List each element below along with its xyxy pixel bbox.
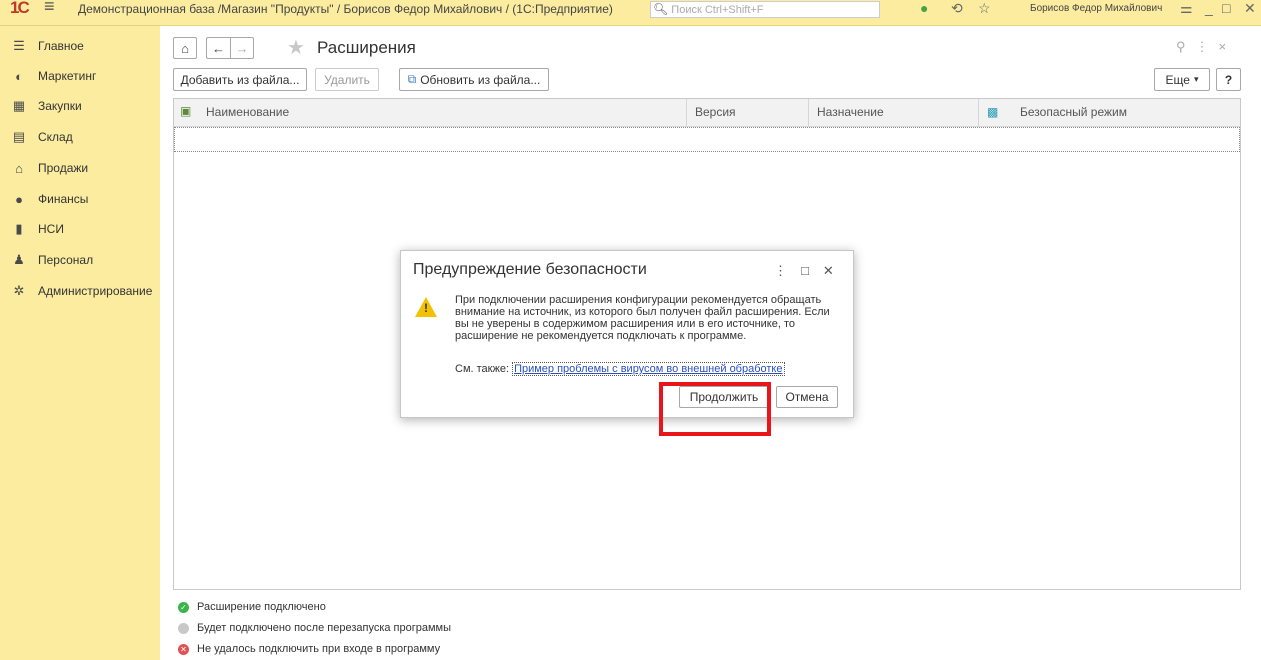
cancel-button[interactable]: Отмена (776, 386, 838, 408)
current-user[interactable]: Борисов Федор Михайлович (1030, 3, 1162, 14)
check-icon: ✓ (178, 601, 189, 613)
warning-mark: ! (424, 301, 428, 315)
page-title: Расширения (317, 38, 416, 57)
favorite-star-icon[interactable]: ★ (287, 35, 305, 60)
history-icon[interactable]: ⟲ (951, 0, 963, 17)
close-form-icon[interactable]: × (1219, 39, 1237, 54)
marketing-icon: ◐ (15, 68, 23, 84)
favorites-icon[interactable]: ☆ (978, 0, 991, 17)
safe-mode-icon: ▩ (987, 105, 999, 119)
help-button[interactable]: ? (1216, 68, 1241, 91)
sidebar-item-main[interactable]: ☰ Главное (0, 31, 160, 61)
main-menu-icon[interactable]: ≡ (44, 0, 55, 17)
sidebar-item-administration[interactable]: ✲ Администрирование (0, 276, 160, 306)
more-vert-icon[interactable]: ⋮ (1196, 39, 1219, 54)
security-warning-dialog: Предупреждение безопасности ⋮□✕ ! При по… (400, 250, 854, 418)
sidebar-item-marketing[interactable]: ◐ Маркетинг (0, 61, 160, 91)
person-icon: ♟ (13, 252, 25, 267)
update-icon: ⧉ (407, 72, 417, 86)
arrow-right-icon: → (235, 40, 249, 56)
see-also: См. также: Пример проблемы с вирусом во … (455, 362, 785, 376)
dialog-title: Предупреждение безопасности (413, 261, 647, 278)
sidebar: ☰ Главное ◐ Маркетинг ▦ Закупки ▤ Склад ⌂ Про… (0, 26, 160, 660)
column-name[interactable]: Наименование (198, 99, 690, 126)
minimize-icon[interactable]: _ (1205, 0, 1213, 16)
column-purpose[interactable]: Назначение (808, 99, 978, 126)
settings-menu-icon[interactable]: ⚌ (1180, 0, 1193, 17)
maximize-icon[interactable]: □ (1222, 0, 1230, 16)
virus-example-link[interactable]: Пример проблемы с вирусом во внешней обр… (512, 362, 785, 376)
purchases-icon: ▦ (12, 98, 26, 113)
delete-button[interactable]: Удалить (315, 68, 379, 91)
sidebar-item-staff[interactable]: ♟ Персонал (0, 245, 160, 275)
sidebar-item-warehouse[interactable]: ▤ Склад (0, 122, 160, 152)
chevron-down-icon: ▾ (1193, 74, 1199, 84)
close-icon[interactable]: ✕ (823, 263, 848, 278)
sales-icon: ⌂ (15, 160, 23, 176)
column-safe-mode[interactable]: Безопасный режим (1012, 99, 1240, 126)
legend-failed: ✕ Не удалось подключить при входе в прогр… (178, 640, 440, 658)
link-icon[interactable]: ⚲ (1176, 39, 1196, 54)
form-window-controls: ⚲⋮× (1176, 39, 1236, 55)
table-row-selected[interactable] (174, 127, 1240, 152)
search-icon: 🔍︎ (653, 2, 669, 16)
sidebar-item-finance[interactable]: ● Финансы (0, 184, 160, 214)
home-button[interactable]: ⌂ (173, 37, 197, 59)
highlight-box (659, 382, 771, 436)
app-logo: 1С (10, 0, 30, 17)
gear-icon: ✲ (13, 283, 25, 298)
window-title: Демонстрационная база /Магазин "Продукты… (78, 2, 613, 16)
table-icon: ▣ (180, 104, 192, 118)
column-version[interactable]: Версия (686, 99, 808, 126)
warehouse-icon: ▤ (12, 129, 26, 144)
back-button[interactable]: ← (206, 37, 230, 59)
error-icon: ✕ (178, 643, 189, 655)
home-icon: ⌂ (181, 40, 189, 56)
title-bar: 1С ≡ Демонстрационная база /Магазин "Про… (0, 0, 1261, 26)
dialog-controls: ⋮□✕ (774, 263, 848, 279)
sidebar-item-purchases[interactable]: ▦ Закупки (0, 91, 160, 121)
arrow-left-icon: ← (212, 40, 225, 56)
add-from-file-button[interactable]: Добавить из файла... (173, 68, 307, 91)
forward-button[interactable]: → (230, 37, 254, 59)
pending-icon (178, 622, 189, 634)
notifications-icon[interactable]: ● (920, 0, 928, 16)
more-vert-icon[interactable]: ⋮ (774, 263, 801, 278)
sidebar-item-reference[interactable]: ▮ НСИ (0, 214, 160, 244)
global-search-input[interactable]: 🔍︎ Поиск Ctrl+Shift+F (650, 1, 880, 18)
update-from-file-button[interactable]: ⧉ Обновить из файла... (399, 68, 549, 91)
sidebar-item-sales[interactable]: ⌂ Продажи (0, 153, 160, 183)
legend-connected: ✓ Расширение подключено (178, 598, 326, 616)
dialog-message: При подключении расширения конфигурации … (455, 294, 830, 342)
maximize-icon[interactable]: □ (801, 263, 823, 278)
reference-icon: ▮ (15, 221, 23, 236)
more-button[interactable]: Еще ▾ (1154, 68, 1210, 91)
menu-icon: ☰ (13, 38, 25, 53)
table-header: ▣ Наименование Версия Назначение ▩ Безоп… (174, 99, 1240, 127)
legend-pending: Будет подключено после перезапуска прогр… (178, 619, 451, 637)
close-icon[interactable]: ✕ (1244, 0, 1256, 17)
finance-icon: ● (15, 191, 23, 207)
